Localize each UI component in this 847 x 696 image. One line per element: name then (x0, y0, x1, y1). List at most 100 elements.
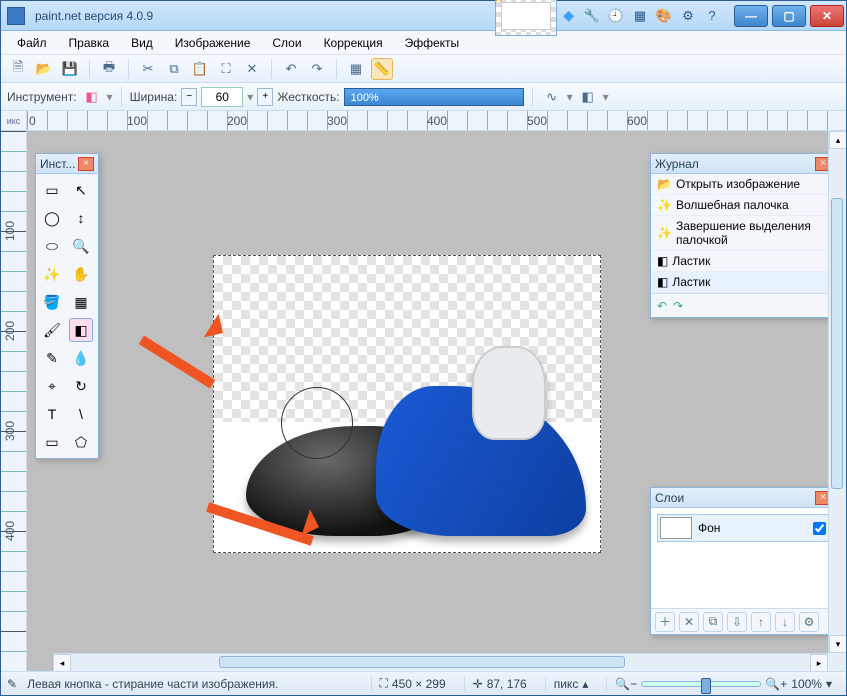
history-row[interactable]: ✨Волшебная палочка (651, 195, 835, 216)
menu-edit[interactable]: Правка (59, 33, 120, 53)
layer-row[interactable]: Фон (657, 514, 829, 542)
menu-layers[interactable]: Слои (262, 33, 311, 53)
width-input[interactable]: 60 (201, 87, 243, 107)
zoom-in-icon[interactable]: 🔍+ (765, 677, 787, 691)
deselect-icon[interactable]: ✕ (241, 58, 263, 80)
help-icon[interactable]: ? (702, 6, 722, 26)
menu-view[interactable]: Вид (121, 33, 163, 53)
recolor-icon[interactable]: ↻ (69, 374, 93, 398)
status-unit[interactable]: пикс (554, 677, 579, 691)
scroll-right-icon[interactable]: ▸ (810, 654, 828, 671)
layer-duplicate-icon[interactable]: ⧉ (703, 612, 723, 632)
statusbar: ✎ Левая кнопка - стирание части изображе… (1, 671, 846, 695)
width-decrease[interactable]: − (181, 88, 197, 106)
scroll-thumb-h[interactable] (219, 656, 625, 668)
redo-icon[interactable]: ↷ (306, 58, 328, 80)
document-thumbnail[interactable]: ★ (495, 0, 557, 36)
layer-delete-icon[interactable]: ✕ (679, 612, 699, 632)
scroll-down-icon[interactable]: ▾ (829, 635, 846, 653)
new-icon[interactable]: 🗎 (7, 58, 29, 80)
colors-window-icon[interactable]: 🎨 (654, 6, 674, 26)
gem-icon: ◆ (563, 7, 574, 24)
layer-add-icon[interactable]: ＋ (655, 612, 675, 632)
scroll-left-icon[interactable]: ◂ (53, 654, 71, 671)
unsaved-star-icon: ★ (492, 0, 505, 6)
close-button[interactable]: ✕ (810, 5, 844, 27)
pan-icon[interactable]: ✋ (69, 262, 93, 286)
vertical-scrollbar[interactable]: ▴ ▾ (828, 131, 846, 653)
maximize-button[interactable]: ▢ (772, 5, 806, 27)
history-row[interactable]: ◧Ластик (651, 272, 835, 293)
scroll-up-icon[interactable]: ▴ (829, 131, 846, 149)
history-item-label: Волшебная палочка (676, 198, 789, 212)
antialias-icon[interactable]: ∿ (541, 86, 563, 108)
crop-icon[interactable]: ⛶ (215, 58, 237, 80)
move-icon[interactable]: ↕ (69, 206, 93, 230)
history-window-icon[interactable]: 🕘 (606, 6, 626, 26)
zoom-out-icon[interactable]: 🔍− (615, 677, 637, 691)
pencil-icon[interactable]: ✎ (40, 346, 64, 370)
app-icon (7, 7, 25, 25)
history-row[interactable]: ✨Завершение выделения палочкой (651, 216, 835, 251)
menu-image[interactable]: Изображение (165, 33, 261, 53)
layer-up-icon[interactable]: ↑ (751, 612, 771, 632)
tool-window-icon[interactable]: 🔧 (582, 6, 602, 26)
grid-icon[interactable]: ▦ (345, 58, 367, 80)
hardness-slider[interactable]: 100% (344, 88, 524, 106)
zoom-slider[interactable] (641, 681, 761, 687)
copy-icon[interactable]: ⧉ (163, 58, 185, 80)
history-undo-icon[interactable]: ↶ (657, 299, 667, 313)
history-redo-icon[interactable]: ↷ (673, 299, 683, 313)
print-icon[interactable]: 🖶 (98, 58, 120, 80)
zoom-icon[interactable]: 🔍 (69, 234, 93, 258)
lasso-icon[interactable]: ◯ (40, 206, 64, 230)
ruler-bar: икс 0 100 200 300 400 500 600 (1, 111, 846, 131)
magic-wand-icon[interactable]: ✨ (40, 262, 64, 286)
shapes-icon[interactable]: ⬠ (69, 430, 93, 454)
gradient-icon[interactable]: ▦ (69, 290, 93, 314)
layer-props-icon[interactable]: ⚙ (799, 612, 819, 632)
menu-effects[interactable]: Эффекты (395, 33, 470, 53)
current-tool-eraser-icon[interactable]: ◧ (81, 86, 103, 108)
layer-visible-checkbox[interactable] (813, 522, 826, 535)
text-icon[interactable]: T (40, 402, 64, 426)
width-increase[interactable]: + (257, 88, 273, 106)
blend-icon[interactable]: ◧ (577, 86, 599, 108)
brush-icon[interactable]: 🖌 (40, 318, 64, 342)
undo-icon[interactable]: ↶ (280, 58, 302, 80)
minimize-button[interactable]: — (734, 5, 768, 27)
move-selection-icon[interactable]: ↖ (69, 178, 93, 202)
layer-down-icon[interactable]: ↓ (775, 612, 795, 632)
layer-merge-icon[interactable]: ⇩ (727, 612, 747, 632)
rect-select-icon[interactable]: ▭ (40, 178, 64, 202)
line-icon[interactable]: \ (69, 402, 93, 426)
menu-file[interactable]: Файл (7, 33, 57, 53)
clone-icon[interactable]: ⌖ (40, 374, 64, 398)
open-icon[interactable]: 📂 (33, 58, 55, 80)
history-row[interactable]: 📂Открыть изображение (651, 174, 835, 195)
ruler-unit-label: икс (1, 111, 27, 130)
layers-panel[interactable]: Слои× Фон ＋ ✕ ⧉ ⇩ ↑ ↓ ⚙ (650, 487, 836, 635)
history-row[interactable]: ◧Ластик (651, 251, 835, 272)
save-icon[interactable]: 💾 (59, 58, 81, 80)
paste-icon[interactable]: 📋 (189, 58, 211, 80)
cut-icon[interactable]: ✂ (137, 58, 159, 80)
ruler-icon[interactable]: 📏 (371, 58, 393, 80)
scroll-thumb-v[interactable] (831, 198, 843, 490)
layer-thumb (660, 517, 692, 539)
tools-panel-close[interactable]: × (78, 157, 94, 171)
ellipse-select-icon[interactable]: ⬭ (40, 234, 64, 258)
rect-icon[interactable]: ▭ (40, 430, 64, 454)
history-panel[interactable]: Журнал× 📂Открыть изображение✨Волшебная п… (650, 153, 836, 318)
layers-window-icon[interactable]: ▦ (630, 6, 650, 26)
status-hint-icon: ✎ (7, 677, 17, 691)
canvas-area[interactable]: Инст...× ▭↖◯↕⬭🔍✨✋🪣▦🖌◧✎💧⌖↻T\▭⬠ Журнал× 📂О… (27, 131, 846, 671)
fill-icon[interactable]: 🪣 (40, 290, 64, 314)
eraser-icon[interactable]: ◧ (69, 318, 93, 342)
settings-icon[interactable]: ⚙ (678, 6, 698, 26)
tools-panel[interactable]: Инст...× ▭↖◯↕⬭🔍✨✋🪣▦🖌◧✎💧⌖↻T\▭⬠ (35, 153, 99, 459)
layers-panel-title: Слои (655, 491, 684, 505)
menu-adjust[interactable]: Коррекция (314, 33, 393, 53)
horizontal-scrollbar[interactable]: ◂ ▸ (53, 653, 828, 671)
picker-icon[interactable]: 💧 (69, 346, 93, 370)
